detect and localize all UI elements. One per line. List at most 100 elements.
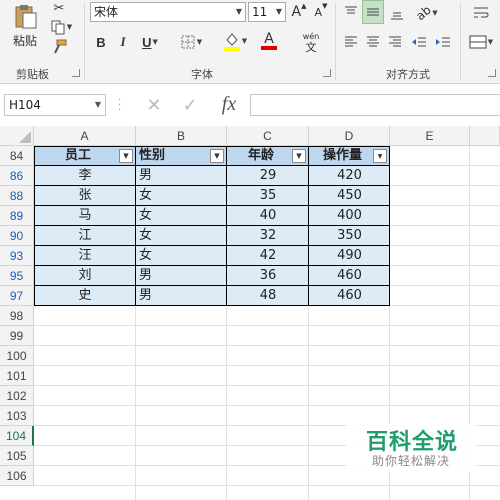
table-cell[interactable]: 李 bbox=[34, 166, 136, 186]
table-cell[interactable]: 江 bbox=[34, 226, 136, 246]
clipboard-launcher[interactable] bbox=[72, 69, 80, 77]
row-header[interactable]: 101 bbox=[0, 366, 34, 386]
table-cell[interactable]: 40 bbox=[227, 206, 309, 226]
align-top-button[interactable] bbox=[340, 2, 362, 24]
shrink-font-button[interactable]: A ▼ bbox=[312, 2, 330, 22]
table-border bbox=[34, 245, 390, 246]
column-header-d[interactable]: D bbox=[309, 126, 390, 146]
row-header[interactable]: 89 bbox=[0, 206, 34, 226]
row-header[interactable]: 102 bbox=[0, 386, 34, 406]
align-center-button[interactable] bbox=[362, 32, 384, 52]
table-cell[interactable]: 400 bbox=[309, 206, 390, 226]
row-header[interactable]: 103 bbox=[0, 406, 34, 426]
row-header[interactable]: 97 bbox=[0, 286, 34, 306]
align-bottom-button[interactable] bbox=[386, 2, 408, 24]
table-cell[interactable]: 张 bbox=[34, 186, 136, 206]
row-header[interactable]: 99 bbox=[0, 326, 34, 346]
table-cell[interactable]: 48 bbox=[227, 286, 309, 306]
paste-button[interactable]: 粘贴 bbox=[6, 2, 44, 50]
table-cell[interactable]: 460 bbox=[309, 286, 390, 306]
format-painter-button[interactable] bbox=[48, 38, 70, 56]
row-header[interactable]: 104 bbox=[0, 426, 34, 446]
table-cell[interactable]: 460 bbox=[309, 266, 390, 286]
row-header[interactable]: 88 bbox=[0, 186, 34, 206]
table-border bbox=[135, 146, 136, 306]
column-header-b[interactable]: B bbox=[136, 126, 227, 146]
column-header-a[interactable]: A bbox=[34, 126, 136, 146]
table-cell[interactable]: 男 bbox=[136, 266, 227, 286]
row-header[interactable]: 100 bbox=[0, 346, 34, 366]
chevron-down-icon: ▼ bbox=[241, 37, 248, 45]
font-launcher[interactable] bbox=[323, 69, 331, 77]
insert-function-button[interactable]: fx bbox=[214, 92, 244, 116]
gridline bbox=[34, 385, 500, 386]
orientation-button[interactable]: ab ▼ bbox=[412, 2, 442, 24]
table-cell[interactable]: 女 bbox=[136, 206, 227, 226]
row-header[interactable]: 86 bbox=[0, 166, 34, 186]
table-cell[interactable]: 女 bbox=[136, 246, 227, 266]
divider bbox=[460, 4, 461, 80]
cut-button[interactable]: ✂ bbox=[48, 0, 70, 16]
name-box[interactable]: H104 ▼ bbox=[4, 94, 106, 116]
font-size-dropdown[interactable]: 11 ▼ bbox=[248, 2, 286, 22]
cancel-button[interactable]: ✕ bbox=[140, 94, 168, 116]
table-cell[interactable]: 史 bbox=[34, 286, 136, 306]
fill-color-button[interactable]: ▼ bbox=[220, 30, 250, 52]
filter-dropdown-button[interactable]: ▼ bbox=[119, 149, 133, 163]
row-header[interactable]: 106 bbox=[0, 466, 34, 486]
table-cell[interactable]: 马 bbox=[34, 206, 136, 226]
copy-button[interactable]: ▼ bbox=[48, 18, 74, 36]
filter-dropdown-button[interactable]: ▼ bbox=[292, 149, 306, 163]
row-header[interactable]: 95 bbox=[0, 266, 34, 286]
column-header-f[interactable] bbox=[470, 126, 500, 146]
table-cell[interactable]: 29 bbox=[227, 166, 309, 186]
align-left-button[interactable] bbox=[340, 32, 362, 52]
table-cell[interactable]: 35 bbox=[227, 186, 309, 206]
table-border bbox=[34, 225, 390, 226]
row-header[interactable]: 93 bbox=[0, 246, 34, 266]
merge-center-button[interactable]: ▼ bbox=[462, 32, 500, 52]
grow-font-button[interactable]: A ▲ bbox=[290, 2, 308, 22]
column-header-e[interactable]: E bbox=[390, 126, 470, 146]
row-header[interactable]: 98 bbox=[0, 306, 34, 326]
column-header-c[interactable]: C bbox=[227, 126, 309, 146]
table-cell[interactable]: 男 bbox=[136, 286, 227, 306]
enter-button[interactable]: ✓ bbox=[176, 94, 204, 116]
phonetic-button[interactable]: wén 文 bbox=[296, 30, 326, 54]
table-cell[interactable]: 男 bbox=[136, 166, 227, 186]
table-cell[interactable]: 490 bbox=[309, 246, 390, 266]
row-header[interactable]: 105 bbox=[0, 446, 34, 466]
alignment-launcher[interactable] bbox=[488, 69, 496, 77]
table-cell[interactable]: 女 bbox=[136, 186, 227, 206]
bold-button[interactable]: B bbox=[92, 32, 110, 52]
table-cell[interactable]: 女 bbox=[136, 226, 227, 246]
table-cell[interactable]: 450 bbox=[309, 186, 390, 206]
wrap-text-button[interactable] bbox=[466, 2, 496, 24]
table-cell[interactable]: 32 bbox=[227, 226, 309, 246]
table-cell[interactable]: 42 bbox=[227, 246, 309, 266]
underline-button[interactable]: U ▼ bbox=[136, 32, 164, 52]
table-cell[interactable]: 汪 bbox=[34, 246, 136, 266]
align-top-icon bbox=[345, 6, 357, 14]
table-cell[interactable]: 420 bbox=[309, 166, 390, 186]
row-header[interactable]: 90 bbox=[0, 226, 34, 246]
font-color-button[interactable]: A bbox=[254, 30, 284, 52]
table-cell[interactable]: 刘 bbox=[34, 266, 136, 286]
align-middle-button[interactable] bbox=[362, 0, 384, 24]
align-right-button[interactable] bbox=[384, 32, 406, 52]
row-header[interactable]: 84 bbox=[0, 146, 34, 166]
decrease-indent-button[interactable] bbox=[408, 32, 430, 52]
chevron-down-icon: ▼ bbox=[275, 7, 283, 16]
filter-applied-button[interactable]: ▼ bbox=[373, 149, 387, 163]
formula-input[interactable] bbox=[250, 94, 500, 116]
borders-button[interactable]: ▼ bbox=[176, 32, 206, 52]
select-all-corner[interactable] bbox=[0, 126, 34, 146]
table-cell[interactable]: 350 bbox=[309, 226, 390, 246]
font-name-dropdown[interactable]: 宋体 ▼ bbox=[90, 2, 246, 22]
table-cell[interactable]: 36 bbox=[227, 266, 309, 286]
increase-indent-button[interactable] bbox=[432, 32, 454, 52]
italic-button[interactable]: I bbox=[114, 32, 132, 52]
filter-funnel-icon: ▼ bbox=[377, 153, 383, 160]
paste-icon bbox=[15, 4, 37, 28]
filter-dropdown-button[interactable]: ▼ bbox=[210, 149, 224, 163]
